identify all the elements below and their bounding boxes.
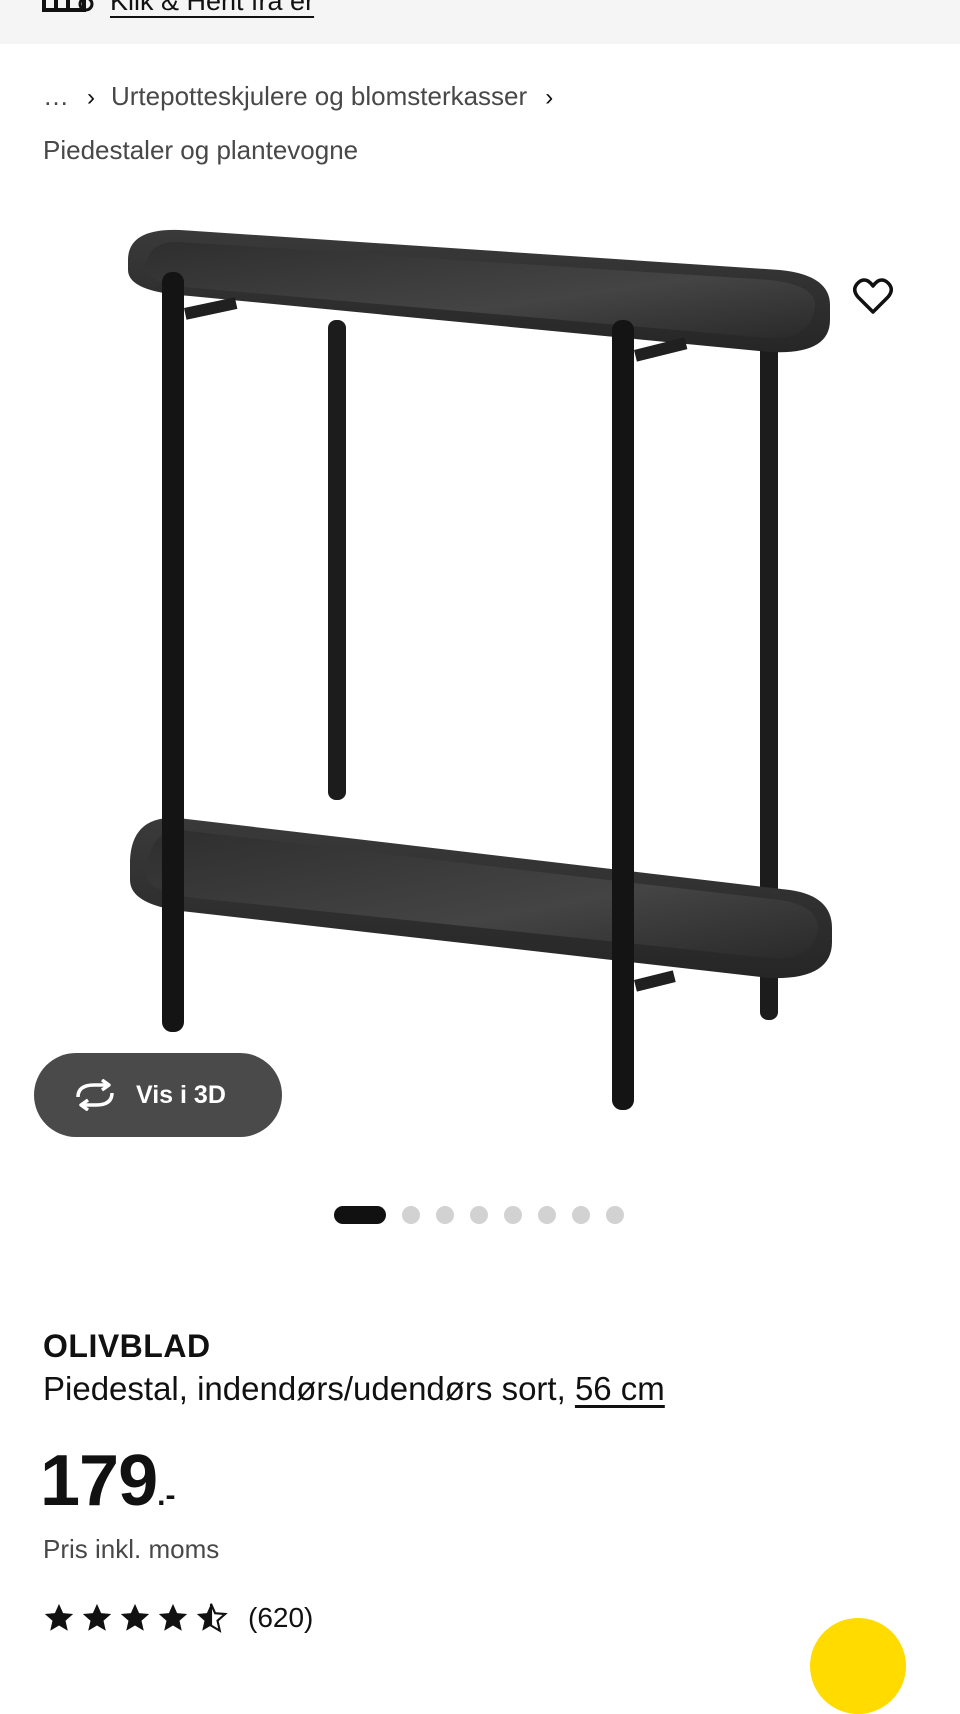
- breadcrumb-item-planters[interactable]: Urtepotteskjulere og blomsterkasser: [111, 81, 527, 111]
- yellow-action-button[interactable]: [810, 1618, 906, 1714]
- carousel-dot[interactable]: [504, 1206, 522, 1224]
- carousel-dot-active[interactable]: [334, 1206, 386, 1224]
- carousel-dot[interactable]: [606, 1206, 624, 1224]
- top-bar: Klik & Hent fra er: [0, 0, 960, 44]
- carousel-dot[interactable]: [402, 1206, 420, 1224]
- chevron-right-icon: ›: [545, 84, 554, 111]
- size-link[interactable]: 56 cm: [575, 1370, 665, 1407]
- rotate-3d-icon: [76, 1079, 114, 1111]
- carousel-dot[interactable]: [470, 1206, 488, 1224]
- chevron-right-icon: ›: [87, 84, 95, 111]
- store-icon: [42, 0, 94, 12]
- carousel-pagination: [334, 1205, 624, 1225]
- product-image: [128, 229, 832, 1110]
- price-amount: 179: [40, 1441, 158, 1521]
- click-collect-link[interactable]: Klik & Hent fra er: [110, 0, 314, 17]
- carousel-dot[interactable]: [538, 1206, 556, 1224]
- carousel-dot[interactable]: [436, 1206, 454, 1224]
- carousel-dot[interactable]: [572, 1206, 590, 1224]
- price-note: Pris inkl. moms: [43, 1534, 220, 1564]
- price-suffix: .-: [157, 1479, 176, 1512]
- product-price: 179.-: [40, 1440, 175, 1522]
- product-rating[interactable]: (620): [42, 1598, 313, 1638]
- heart-icon: [853, 278, 893, 314]
- product-gallery[interactable]: [0, 200, 960, 1160]
- breadcrumb-ellipsis[interactable]: …: [43, 81, 69, 111]
- product-description: Piedestal, indendørs/udendørs sort, 56 c…: [43, 1370, 665, 1408]
- product-description-text: Piedestal, indendørs/udendørs sort,: [43, 1370, 575, 1407]
- view-3d-label: Vis i 3D: [136, 1080, 226, 1109]
- review-count: (620): [248, 1602, 314, 1633]
- view-3d-button[interactable]: Vis i 3D: [34, 1053, 282, 1137]
- favorite-button[interactable]: [848, 272, 898, 322]
- breadcrumb-item-pedestals[interactable]: Piedestaler og plantevogne: [43, 135, 358, 165]
- breadcrumb: … › Urtepotteskjulere og blomsterkasser › Pi…: [43, 70, 923, 176]
- product-name: OLIVBLAD: [43, 1328, 211, 1364]
